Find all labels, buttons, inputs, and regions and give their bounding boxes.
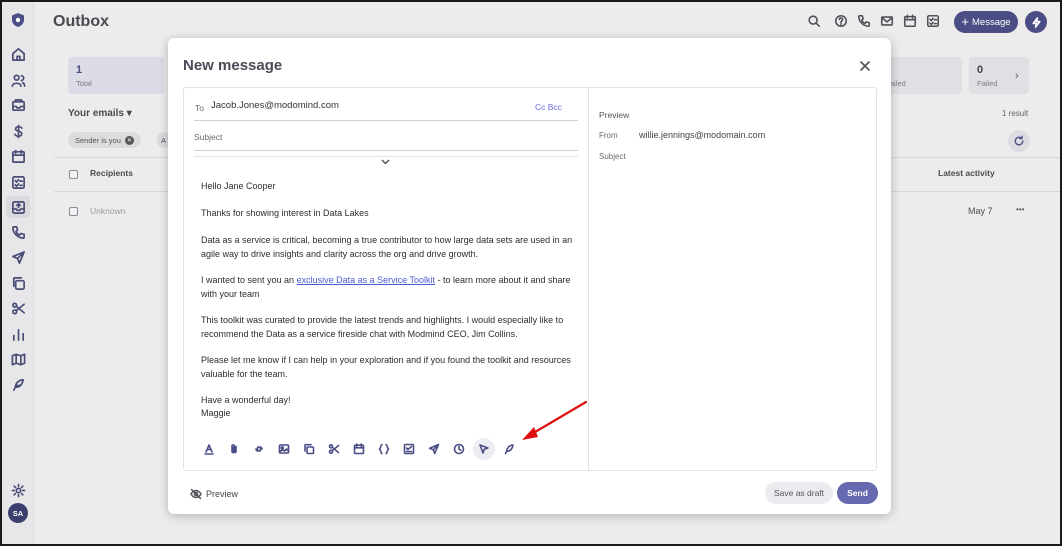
link-icon[interactable] — [250, 440, 268, 458]
body-paragraph-3: I wanted to sent you an exclusive Data a… — [201, 274, 584, 301]
code-braces-icon[interactable] — [375, 440, 393, 458]
search-icon[interactable] — [807, 14, 821, 28]
to-underline — [194, 120, 578, 121]
preview-heading: Preview — [599, 110, 630, 120]
calendar-icon[interactable] — [350, 440, 368, 458]
send-button[interactable]: Send — [837, 482, 878, 504]
to-field[interactable]: Jacob.Jones@modomind.com — [211, 100, 339, 111]
text-format-icon[interactable] — [200, 440, 218, 458]
subject-underline — [194, 150, 578, 151]
row-checkbox[interactable] — [69, 207, 78, 216]
phone-icon[interactable] — [9, 223, 27, 241]
quick-action-button[interactable] — [1025, 11, 1047, 33]
to-label: To — [195, 103, 204, 113]
modal-title: New message — [183, 57, 283, 74]
dollar-icon[interactable] — [9, 122, 27, 140]
help-icon[interactable] — [834, 14, 848, 28]
stat-failed-label: Failed — [977, 79, 998, 88]
send-icon[interactable] — [9, 248, 27, 266]
user-avatar[interactable]: SA — [8, 503, 28, 523]
stat-failed-count: 0 — [977, 64, 984, 76]
stat-total-label: Total — [76, 79, 92, 88]
app-window: SA Outbox + Message 1 Total ailed 0 Fail… — [2, 2, 1060, 544]
stat-card-total[interactable]: 1 Total — [68, 57, 164, 94]
header-separator — [194, 156, 578, 157]
caret-down-icon: ▾ — [126, 108, 132, 119]
filter-chip-sender[interactable]: Sender is you ✕ — [68, 132, 141, 148]
inbox-icon[interactable] — [9, 96, 27, 114]
results-count: 1 result — [1002, 109, 1029, 118]
new-message-label: Message — [972, 16, 1011, 28]
attachment-icon[interactable] — [225, 440, 243, 458]
body-paragraph-4: This toolkit was curated to provide the … — [201, 315, 564, 339]
send-icon[interactable] — [425, 440, 443, 458]
refresh-icon — [1014, 135, 1024, 146]
your-emails-label: Your emails — [68, 108, 124, 119]
feather-icon[interactable] — [9, 375, 27, 393]
copy-icon[interactable] — [9, 274, 27, 292]
body-p3-text: I wanted to sent you an — [201, 275, 297, 285]
bar-chart-icon[interactable] — [9, 325, 27, 343]
save-draft-button[interactable]: Save as draft — [765, 482, 833, 504]
preview-toggle-label: Preview — [206, 489, 239, 499]
calendar-icon[interactable] — [9, 147, 27, 165]
close-icon[interactable] — [859, 59, 871, 71]
refresh-button[interactable] — [1008, 130, 1030, 152]
copy-icon[interactable] — [300, 440, 318, 458]
stat-partial-label: ailed — [890, 79, 906, 88]
users-icon[interactable] — [9, 71, 27, 89]
page-title: Outbox — [53, 13, 109, 30]
calendar-icon[interactable] — [903, 14, 917, 28]
from-label: From — [599, 131, 618, 140]
stat-card-failed[interactable]: 0 Failed — [969, 57, 1029, 94]
stat-card-partial[interactable]: ailed — [882, 57, 962, 94]
chevron-down-icon[interactable] — [381, 152, 390, 165]
map-icon[interactable] — [9, 350, 27, 368]
close-circle-icon[interactable]: ✕ — [124, 135, 134, 145]
column-header-recipients[interactable]: Recipients — [90, 168, 133, 178]
checklist-icon[interactable] — [926, 14, 940, 28]
subject-field[interactable]: Subject — [194, 132, 222, 142]
body-paragraph-1: Thanks for showing interest in Data Lake… — [201, 208, 369, 218]
shield-logo-icon[interactable] — [9, 11, 27, 29]
your-emails-dropdown[interactable]: Your emails ▾ — [68, 108, 132, 119]
clock-icon[interactable] — [450, 440, 468, 458]
lightning-icon — [1031, 16, 1041, 28]
body-greeting: Hello Jane Cooper — [201, 181, 276, 191]
stat-total-count: 1 — [76, 64, 83, 76]
preview-subject-label: Subject — [599, 152, 626, 161]
settings-gear-icon[interactable] — [9, 481, 27, 499]
body-paragraph-2: Data as a service is critical, becoming … — [201, 235, 573, 259]
row-recipient[interactable]: Unknown — [90, 206, 125, 216]
plus-icon: + — [961, 14, 970, 29]
scissors-icon[interactable] — [9, 299, 27, 317]
mail-icon[interactable] — [880, 14, 894, 28]
select-all-checkbox[interactable] — [69, 170, 78, 179]
chevron-right-icon[interactable]: › — [1015, 70, 1019, 82]
checklist-icon[interactable] — [9, 173, 27, 191]
scissors-icon[interactable] — [325, 440, 343, 458]
sidebar: SA — [2, 2, 34, 544]
from-value: willie.jennings@modomain.com — [639, 130, 766, 140]
phone-icon[interactable] — [857, 14, 871, 28]
template-icon[interactable] — [400, 440, 418, 458]
body-paragraph-5: Please let me know if I can help in your… — [201, 355, 571, 379]
new-message-button[interactable]: + Message — [954, 11, 1018, 33]
image-icon[interactable] — [275, 440, 293, 458]
filter-chip-partial-label: A — [161, 135, 167, 145]
cc-bcc-link[interactable]: Cc Bcc — [535, 102, 562, 112]
filter-chip-label: Sender is you — [75, 135, 121, 145]
home-icon[interactable] — [9, 45, 27, 63]
toolkit-link[interactable]: exclusive Data as a Service Toolkit — [297, 275, 435, 285]
preview-toggle[interactable]: Preview — [190, 488, 238, 500]
cursor-pointer-icon[interactable] — [473, 438, 495, 460]
annotation-arrow-icon — [522, 400, 588, 440]
column-header-latest-activity[interactable]: Latest activity — [938, 168, 995, 178]
eye-off-icon — [190, 488, 202, 500]
outbox-icon[interactable] — [6, 196, 30, 218]
row-more-icon[interactable]: ••• — [1016, 205, 1024, 214]
row-date: May 7 — [968, 206, 993, 216]
